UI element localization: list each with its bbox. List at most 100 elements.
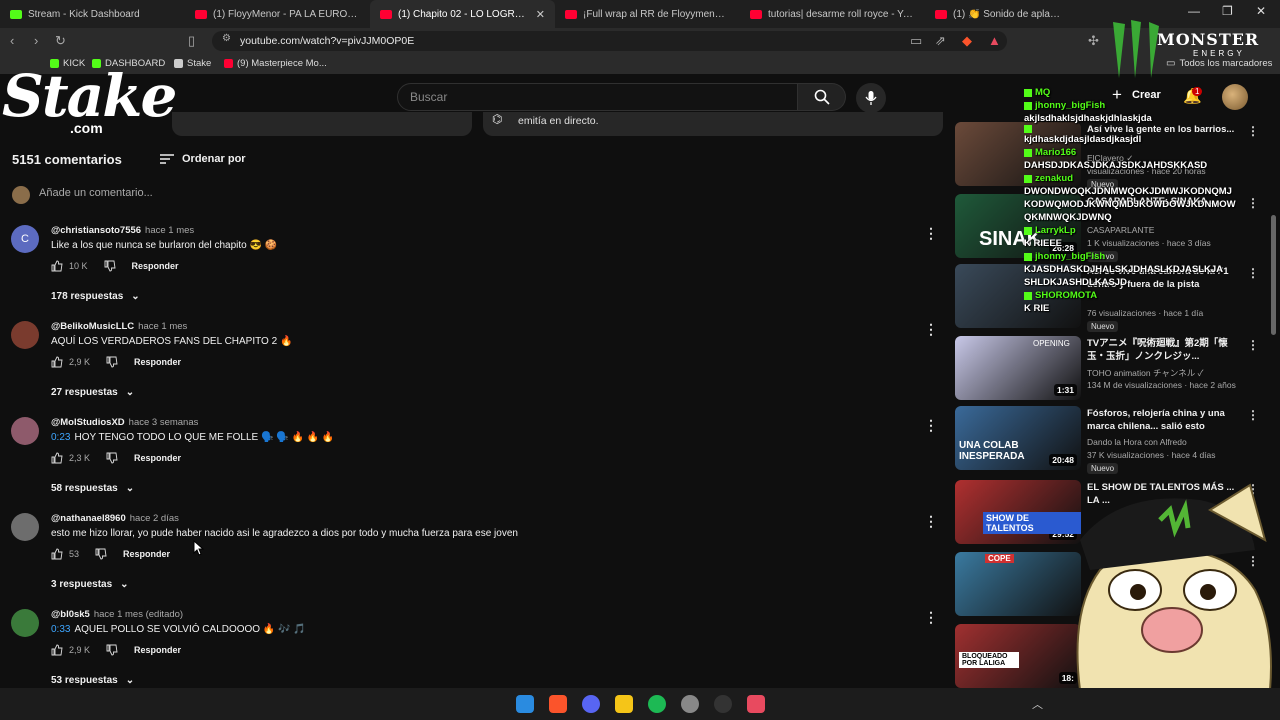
tray-chevron-icon[interactable]: ︿ bbox=[1032, 696, 1043, 712]
comment-menu-icon[interactable]: ⋮ bbox=[924, 609, 938, 626]
back-icon[interactable]: ‹ bbox=[10, 33, 14, 48]
bookmark-icon[interactable]: ▯ bbox=[188, 33, 195, 49]
close-tab-icon[interactable]: ✕ bbox=[536, 8, 545, 21]
bookmark-masterpiece[interactable]: (9) Masterpiece Mo... bbox=[224, 58, 327, 69]
extensions-icon[interactable]: ✣ bbox=[1088, 33, 1099, 49]
cast-icon[interactable]: ▭ bbox=[910, 33, 922, 49]
stream-chat-overlay: MQ jhonny_bigFish akjlsdhaklsjdhaskjdhlask… bbox=[1024, 86, 1264, 315]
kick-badge-icon bbox=[1024, 226, 1032, 235]
share-icon[interactable]: ⇗ bbox=[935, 33, 946, 49]
reply-button[interactable]: Responder bbox=[134, 357, 181, 367]
like-icon[interactable] bbox=[51, 260, 63, 272]
comment-avatar[interactable] bbox=[11, 513, 39, 541]
site-info-icon[interactable]: ⚙ bbox=[222, 33, 231, 44]
dislike-icon[interactable] bbox=[106, 452, 118, 464]
app-icon[interactable] bbox=[714, 695, 732, 713]
view-replies-button[interactable]: 27 respuestas ⌄ bbox=[51, 387, 134, 398]
recommended-video[interactable]: 1:31 OPENING TVアニメ『呪術廻戦』第2期「懐玉・玉折」ノンクレジッ… bbox=[955, 336, 1265, 401]
add-comment-input[interactable]: Añade un comentario... bbox=[39, 187, 153, 199]
comment-time[interactable]: hace 2 días bbox=[130, 513, 179, 524]
minimize-icon[interactable]: — bbox=[1188, 4, 1200, 18]
video-title[interactable]: TVアニメ『呪術廻戦』第2期「懐玉・玉折」ノンクレジッ... bbox=[1087, 337, 1242, 363]
discord-icon[interactable] bbox=[582, 695, 600, 713]
reply-button[interactable]: Responder bbox=[123, 549, 170, 559]
comment-author[interactable]: @MolStudiosXD bbox=[51, 417, 125, 428]
browser-tab-active[interactable]: (1) Chapito 02 - LO LOGRE (Vide ✕ bbox=[370, 0, 555, 28]
replies-count: 58 respuestas bbox=[51, 483, 118, 494]
forward-icon[interactable]: › bbox=[34, 33, 38, 48]
comment-menu-icon[interactable]: ⋮ bbox=[924, 513, 938, 530]
browser-tab[interactable]: (1) FloyyMenor - PA LA EUROPA - Yo bbox=[185, 0, 370, 28]
video-menu-icon[interactable]: ⋮ bbox=[1247, 408, 1259, 422]
dislike-icon[interactable] bbox=[104, 260, 116, 272]
voice-search-button[interactable] bbox=[856, 83, 886, 113]
comment-author[interactable]: @christiansoto7556 bbox=[51, 225, 141, 236]
reply-button[interactable]: Responder bbox=[134, 453, 181, 463]
chat-text: DAHSDJDKASJDKAJSDKJAHDSKKASD bbox=[1024, 160, 1208, 171]
dislike-icon[interactable] bbox=[106, 356, 118, 368]
browser-tab[interactable]: (1) 👏 Sonido de aplausos y gritos d bbox=[925, 0, 1075, 28]
reply-button[interactable]: Responder bbox=[134, 645, 181, 655]
brave-icon[interactable] bbox=[549, 695, 567, 713]
view-replies-button[interactable]: 178 respuestas ⌄ bbox=[51, 291, 140, 302]
search-button[interactable] bbox=[798, 83, 846, 111]
comment-menu-icon[interactable]: ⋮ bbox=[924, 225, 938, 242]
comment-timestamp-link[interactable]: 0:33 bbox=[51, 624, 70, 635]
comment-author[interactable]: @nathanael8960 bbox=[51, 513, 126, 524]
comment-avatar[interactable] bbox=[11, 417, 39, 445]
comment-avatar[interactable] bbox=[11, 321, 39, 349]
view-replies-button[interactable]: 3 respuestas ⌄ bbox=[51, 579, 129, 590]
search-input[interactable]: Buscar bbox=[397, 83, 798, 111]
chat-text: K RIE bbox=[1024, 303, 1050, 314]
video-channel[interactable]: Dando la Hora con Alfredo bbox=[1087, 437, 1187, 447]
scrollbar[interactable] bbox=[1271, 215, 1276, 335]
thumbnail-overlay-text: COPE bbox=[985, 554, 1014, 563]
comment-menu-icon[interactable]: ⋮ bbox=[924, 417, 938, 434]
like-icon[interactable] bbox=[51, 644, 63, 656]
brave-rewards-icon[interactable]: ▲ bbox=[988, 33, 1001, 48]
tab-title: (1) FloyyMenor - PA LA EUROPA - Yo bbox=[213, 8, 360, 20]
folder-icon[interactable] bbox=[615, 695, 633, 713]
like-icon[interactable] bbox=[51, 452, 63, 464]
chat-username: Mario166 bbox=[1035, 147, 1077, 158]
dislike-icon[interactable] bbox=[95, 548, 107, 560]
comment-author[interactable]: @BelikoMusicLLC bbox=[51, 321, 134, 332]
spotify-icon[interactable] bbox=[648, 695, 666, 713]
browser-tab[interactable]: Stream - Kick Dashboard bbox=[0, 0, 185, 28]
brave-shield-icon[interactable]: ◆ bbox=[962, 33, 972, 49]
brave-beta-icon[interactable] bbox=[747, 695, 765, 713]
recommended-video[interactable]: 20:48 UNA COLAB INESPERADA Fósforos, rel… bbox=[955, 406, 1265, 474]
comment-timestamp-link[interactable]: 0:23 bbox=[51, 432, 70, 443]
comment-time[interactable]: hace 3 semanas bbox=[129, 417, 199, 428]
video-thumbnail[interactable]: 1:31 OPENING bbox=[955, 336, 1081, 400]
video-menu-icon[interactable]: ⋮ bbox=[1247, 338, 1259, 352]
comment-time[interactable]: hace 1 mes bbox=[138, 321, 187, 332]
maximize-icon[interactable]: ❐ bbox=[1222, 4, 1233, 18]
browser-tab[interactable]: tutorias| desarme roll royce - YouTub bbox=[740, 0, 925, 28]
video-channel[interactable]: TOHO animation チャンネル ✓ bbox=[1087, 367, 1203, 379]
video-thumbnail[interactable]: 20:48 UNA COLAB INESPERADA bbox=[955, 406, 1081, 470]
browser-tab[interactable]: ¡Full wrap al RR de Floyymenor! Trab bbox=[555, 0, 740, 28]
obs-icon[interactable] bbox=[681, 695, 699, 713]
comment-avatar[interactable]: C bbox=[11, 225, 39, 253]
comment-avatar[interactable] bbox=[11, 609, 39, 637]
windows-start-icon[interactable] bbox=[516, 695, 534, 713]
url-field[interactable]: youtube.com/watch?v=pivJJM0OP0E bbox=[212, 31, 1007, 51]
comment-text: Like a los que nunca se burlaron del cha… bbox=[51, 240, 277, 251]
dislike-icon[interactable] bbox=[106, 644, 118, 656]
comment-menu-icon[interactable]: ⋮ bbox=[924, 321, 938, 338]
view-replies-button[interactable]: 58 respuestas ⌄ bbox=[51, 483, 134, 494]
sort-button[interactable]: Ordenar por bbox=[160, 153, 246, 165]
my-avatar bbox=[12, 186, 30, 204]
close-window-icon[interactable]: ✕ bbox=[1256, 4, 1266, 18]
view-replies-button[interactable]: 53 respuestas ⌄ bbox=[51, 675, 134, 686]
video-title[interactable]: Fósforos, relojería china y una marca ch… bbox=[1087, 407, 1242, 433]
like-icon[interactable] bbox=[51, 356, 63, 368]
comment-author[interactable]: @bl0sk5 bbox=[51, 609, 90, 620]
reload-icon[interactable]: ↻ bbox=[55, 33, 66, 49]
bookmark-stake[interactable]: Stake bbox=[174, 58, 211, 69]
comment-time[interactable]: hace 1 mes bbox=[145, 225, 194, 236]
like-icon[interactable] bbox=[51, 548, 63, 560]
comment-time[interactable]: hace 1 mes (editado) bbox=[94, 609, 183, 620]
reply-button[interactable]: Responder bbox=[132, 261, 179, 271]
